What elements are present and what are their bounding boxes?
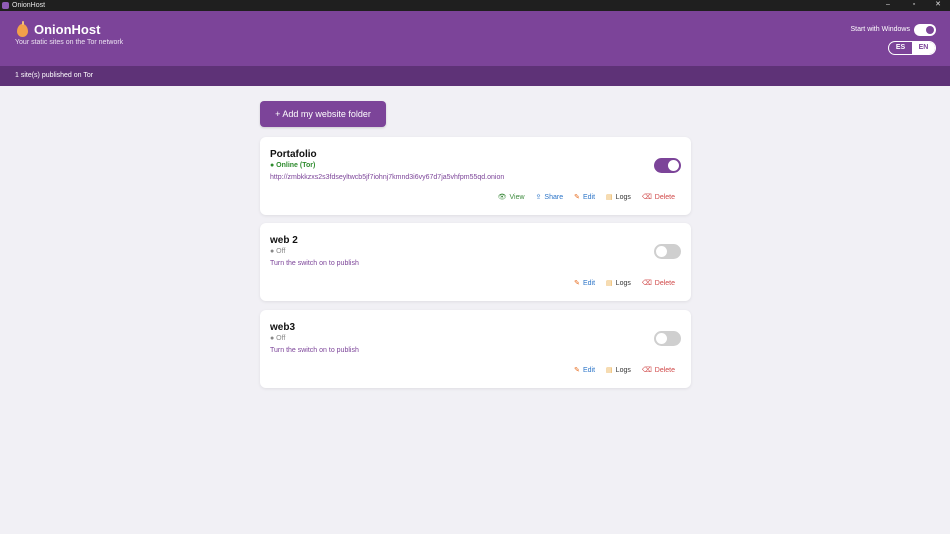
trash-icon: ⌫ <box>641 367 652 374</box>
minimize-button[interactable]: – <box>877 0 899 11</box>
site-status: ● Off <box>270 248 286 255</box>
site-status: ● Off <box>270 335 286 342</box>
publish-toggle[interactable] <box>654 158 681 173</box>
logs-label: Logs <box>615 279 631 287</box>
close-button[interactable]: ✕ <box>927 0 949 11</box>
window-title: OnionHost <box>12 2 46 9</box>
pencil-icon: ✎ <box>574 367 580 374</box>
view-label: View <box>509 193 525 201</box>
delete-label: Delete <box>654 366 675 374</box>
logs-button[interactable]: ▤ Logs <box>606 366 631 375</box>
pencil-icon: ✎ <box>574 194 580 201</box>
delete-button[interactable]: ⌫ Delete <box>641 193 675 202</box>
onion-logo-icon <box>17 21 28 37</box>
scroll-icon: ▤ <box>606 367 613 374</box>
delete-button[interactable]: ⌫ Delete <box>641 279 675 288</box>
site-actions: ✎ Edit ▤ Logs ⌫ Delete <box>563 366 675 375</box>
app-header: OnionHost Your static sites on the Tor n… <box>0 11 950 66</box>
maximize-button[interactable]: ▫ <box>903 0 925 11</box>
publish-toggle[interactable] <box>654 244 681 259</box>
site-card: Portafolio ● Online (Tor) http://zmbkkzx… <box>260 137 691 215</box>
toggle-knob <box>656 246 667 257</box>
trash-icon: ⌫ <box>641 280 652 287</box>
share-label: Share <box>544 193 564 201</box>
app-name: OnionHost <box>34 22 101 37</box>
toggle-knob <box>656 333 667 344</box>
edit-button[interactable]: ✎ Edit <box>574 279 596 288</box>
site-hint: Turn the switch on to publish <box>270 347 359 354</box>
site-actions: ✎ Edit ▤ Logs ⌫ Delete <box>563 279 675 288</box>
site-onion-url[interactable]: http://zmbkkzxs2s3fdseyltwcb5jf7iohnj7km… <box>270 174 504 181</box>
language-switcher: ES EN <box>888 41 936 55</box>
start-with-windows-label: Start with Windows <box>850 26 910 33</box>
site-card: web 2 ● Off Turn the switch on to publis… <box>260 223 691 301</box>
scroll-icon: ▤ <box>606 194 613 201</box>
site-actions: 👁 View ⇪ Share ✎ Edit ▤ Logs ⌫ Delete <box>487 193 675 202</box>
edit-label: Edit <box>582 366 596 374</box>
site-name: web 2 <box>270 235 298 246</box>
eye-icon: 👁 <box>497 194 507 201</box>
scroll-icon: ▤ <box>606 280 613 287</box>
share-button[interactable]: ⇪ Share <box>535 193 564 202</box>
edit-button[interactable]: ✎ Edit <box>574 366 596 375</box>
edit-label: Edit <box>582 279 596 287</box>
logs-label: Logs <box>615 366 631 374</box>
add-website-folder-button[interactable]: + Add my website folder <box>260 101 386 127</box>
site-name: web3 <box>270 322 296 333</box>
edit-label: Edit <box>582 193 596 201</box>
delete-label: Delete <box>654 193 675 201</box>
edit-button[interactable]: ✎ Edit <box>574 193 596 202</box>
delete-label: Delete <box>654 279 675 287</box>
published-status-bar: 1 site(s) published on Tor <box>0 66 950 86</box>
site-hint: Turn the switch on to publish <box>270 260 359 267</box>
window-titlebar: OnionHost – ▫ ✕ <box>0 0 950 11</box>
language-en-button[interactable]: EN <box>912 42 935 54</box>
publish-toggle[interactable] <box>654 331 681 346</box>
pencil-icon: ✎ <box>574 280 580 287</box>
logs-button[interactable]: ▤ Logs <box>606 279 631 288</box>
delete-button[interactable]: ⌫ Delete <box>641 366 675 375</box>
logs-button[interactable]: ▤ Logs <box>606 193 631 202</box>
language-es-button[interactable]: ES <box>889 42 912 54</box>
logs-label: Logs <box>615 193 631 201</box>
share-icon: ⇪ <box>535 194 542 201</box>
view-button[interactable]: 👁 View <box>497 193 525 202</box>
site-status: ● Online (Tor) <box>270 162 316 169</box>
start-with-windows-toggle[interactable] <box>914 24 936 36</box>
toggle-knob <box>926 26 934 34</box>
site-card: web3 ● Off Turn the switch on to publish… <box>260 310 691 388</box>
site-name: Portafolio <box>270 149 317 160</box>
trash-icon: ⌫ <box>641 194 652 201</box>
toggle-knob <box>668 160 679 171</box>
app-icon <box>2 2 9 9</box>
app-tagline: Your static sites on the Tor network <box>15 39 124 46</box>
